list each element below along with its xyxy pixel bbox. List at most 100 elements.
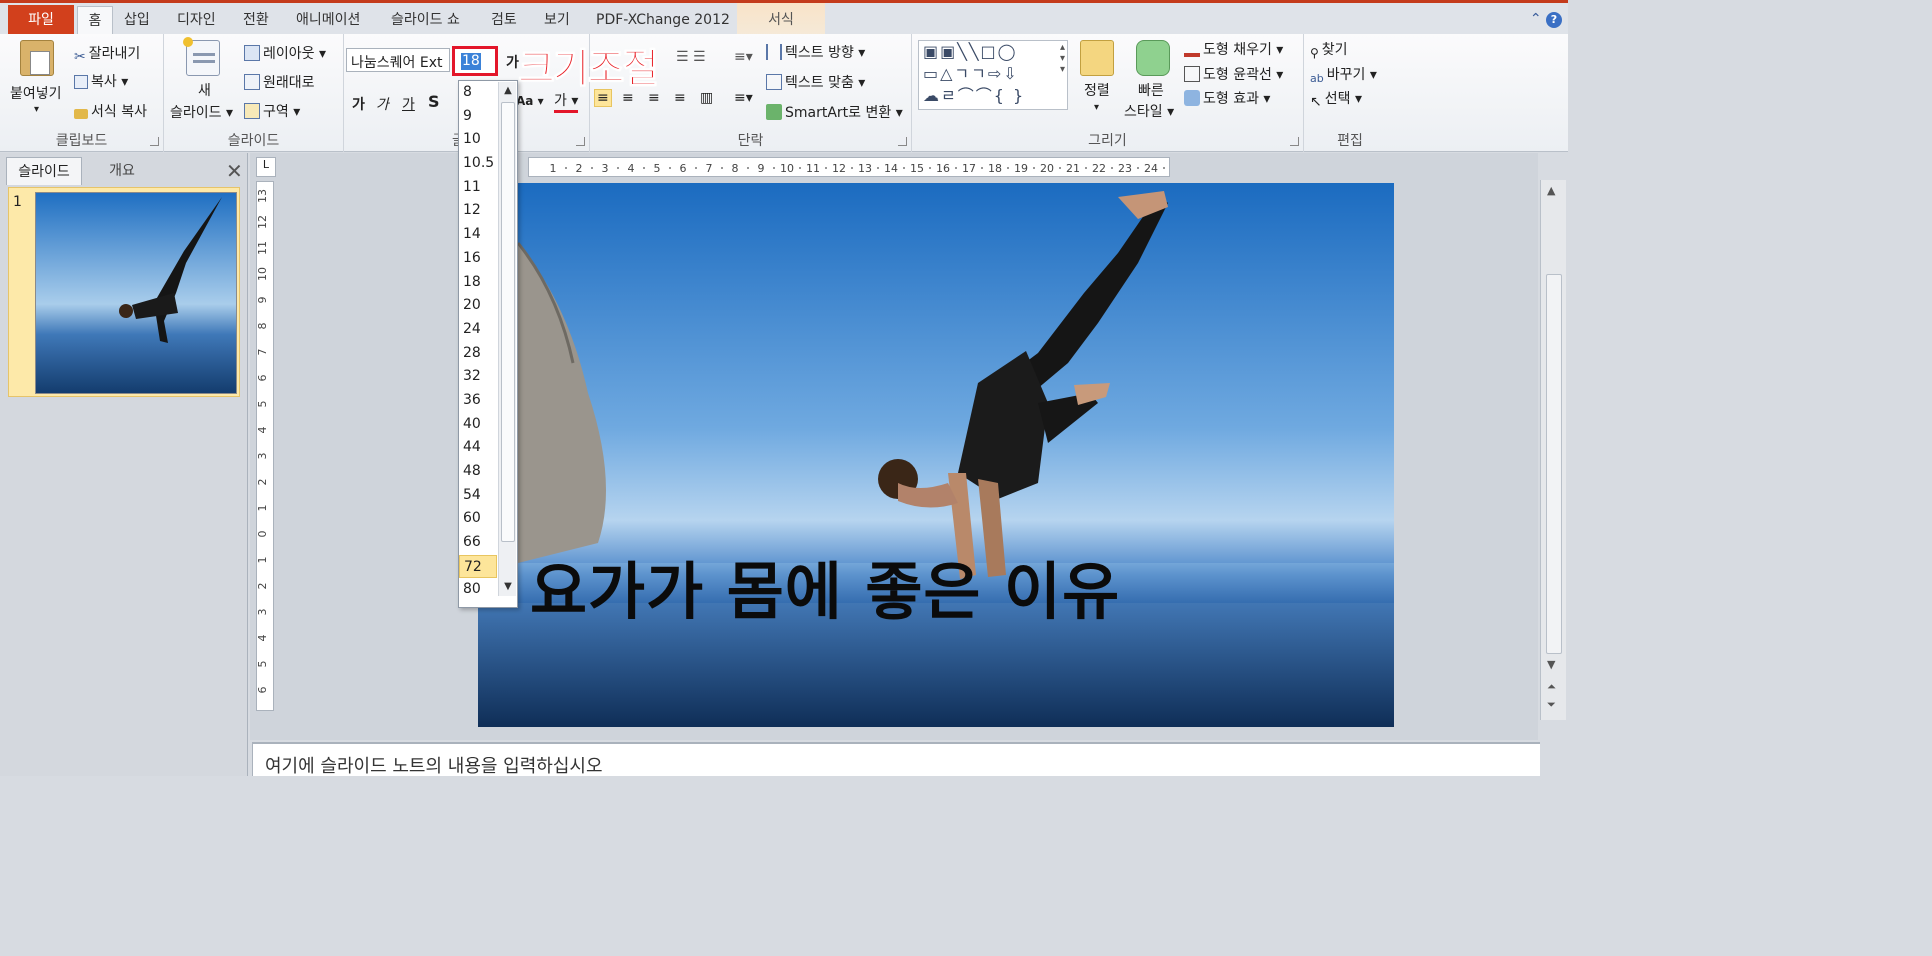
align-text-button[interactable]: 텍스트 맞춤 ▾ xyxy=(766,72,865,92)
shadow-button[interactable]: S xyxy=(428,92,440,111)
tab-home[interactable]: 홈 xyxy=(77,6,113,37)
vertical-ruler[interactable]: 13 12 11 10 9 8 7 6 5 4 3 2 1 0 1 2 3 4 5 6 xyxy=(256,181,274,711)
select-button[interactable]: ↖ 선택 ▾ xyxy=(1310,88,1362,110)
tab-file[interactable]: 파일 xyxy=(8,5,74,35)
tab-slides[interactable]: 슬라이드 xyxy=(6,157,82,185)
copy-button[interactable]: 복사 ▾ xyxy=(74,71,128,91)
slide-canvas[interactable]: 요가가 몸에 좋은 이유 xyxy=(478,183,1394,727)
font-size-option[interactable]: 36 xyxy=(459,389,497,413)
slide-thumbnail[interactable]: 1 xyxy=(8,187,240,397)
text-direction-button[interactable]: 텍스트 방향 ▾ xyxy=(766,42,865,62)
font-size-option[interactable]: 14 xyxy=(459,223,497,247)
font-size-option[interactable]: 60 xyxy=(459,507,497,531)
bullets-icon[interactable]: ≡▾ xyxy=(734,90,753,106)
font-size-option[interactable]: 80 xyxy=(459,578,497,602)
tab-pdf-xchange[interactable]: PDF-XChange 2012 xyxy=(596,6,730,34)
new-slide-icon[interactable] xyxy=(183,37,220,76)
font-size-option[interactable]: 8 xyxy=(459,81,497,105)
justify-icon[interactable]: ≡ xyxy=(674,90,686,106)
arrange-dropdown-icon[interactable]: ▾ xyxy=(1094,102,1099,113)
columns-icon[interactable]: ▥ xyxy=(700,90,713,106)
font-size-option[interactable]: 11 xyxy=(459,176,497,200)
tab-outline[interactable]: 개요 xyxy=(84,157,160,185)
dropdown-scroll-down-icon[interactable]: ▼ xyxy=(499,578,517,596)
vertical-scrollbar[interactable]: ▲ ▼ ⏶ ⏷ xyxy=(1540,180,1566,720)
tab-transitions[interactable]: 전환 xyxy=(243,6,269,34)
font-size-option[interactable]: 44 xyxy=(459,436,497,460)
font-name-input[interactable]: 나눔스퀘어 Ext xyxy=(346,48,450,72)
arrange-button[interactable]: 정렬 xyxy=(1084,80,1110,100)
next-slide-icon[interactable]: ⏷ xyxy=(1547,698,1556,712)
font-size-option[interactable]: 16 xyxy=(459,247,497,271)
dropdown-scroll-thumb[interactable] xyxy=(501,102,515,542)
quick-styles-icon[interactable] xyxy=(1136,40,1170,76)
reset-button[interactable]: 원래대로 xyxy=(244,72,315,92)
tab-slideshow[interactable]: 슬라이드 쇼 xyxy=(391,6,460,34)
quick-styles-button[interactable]: 스타일 ▾ xyxy=(1124,101,1174,121)
align-left-icon[interactable]: ≡ xyxy=(594,89,612,107)
shape-fill-button[interactable]: 도형 채우기 ▾ xyxy=(1184,39,1283,59)
new-slide-label-1[interactable]: 새 xyxy=(198,80,211,100)
clipboard-launcher-icon[interactable] xyxy=(150,137,159,146)
format-painter-button[interactable]: 서식 복사 xyxy=(74,101,147,121)
paste-dropdown-icon[interactable]: ▾ xyxy=(34,104,39,115)
align-right-icon[interactable]: ≡ xyxy=(648,90,660,106)
font-size-option[interactable]: 54 xyxy=(459,484,497,508)
font-color-button[interactable]: 가 ▾ xyxy=(554,92,579,113)
smartart-button[interactable]: SmartArt로 변환 ▾ xyxy=(766,102,903,122)
tab-review[interactable]: 검토 xyxy=(491,6,517,34)
scroll-down-icon[interactable]: ▼ xyxy=(1547,658,1555,671)
tab-stop-selector[interactable]: L xyxy=(256,157,276,177)
dropdown-scroll-up-icon[interactable]: ▲ xyxy=(499,82,517,100)
font-size-option[interactable]: 24 xyxy=(459,318,497,342)
paste-icon[interactable] xyxy=(20,40,54,76)
new-slide-button[interactable]: 슬라이드 ▾ xyxy=(170,102,233,122)
paste-button[interactable]: 붙여넣기 xyxy=(10,83,62,103)
tab-design[interactable]: 디자인 xyxy=(177,6,216,34)
shape-effects-button[interactable]: 도형 효과 ▾ xyxy=(1184,88,1270,108)
tab-view[interactable]: 보기 xyxy=(544,6,570,34)
font-size-option[interactable]: 72 xyxy=(459,554,497,579)
indent-buttons[interactable]: ☰ ☰ xyxy=(676,49,706,65)
prev-slide-icon[interactable]: ⏶ xyxy=(1547,680,1556,694)
line-spacing-icon[interactable]: ≡▾ xyxy=(734,49,753,65)
font-size-option[interactable]: 9 xyxy=(459,105,497,129)
shape-outline-button[interactable]: 도형 윤곽선 ▾ xyxy=(1184,64,1283,84)
slide-workspace[interactable]: L 1 2 3 4 5 6 7 8 9 10 11 12 13 14 15 16 17 18 19 20 21 22 23 2… xyxy=(250,153,1538,740)
slide-title[interactable]: 요가가 몸에 좋은 이유 xyxy=(530,541,1120,631)
layout-button[interactable]: 레이아웃 ▾ xyxy=(244,43,326,63)
tab-animations[interactable]: 애니메이션 xyxy=(296,6,360,34)
arrange-icon[interactable] xyxy=(1080,40,1114,76)
tab-format[interactable]: 서식 xyxy=(737,3,825,37)
dropdown-scrollbar[interactable]: ▲ ▼ xyxy=(498,82,516,596)
font-size-option[interactable]: 10 xyxy=(459,128,497,152)
font-size-option[interactable]: 28 xyxy=(459,342,497,366)
help-icon[interactable]: ⌃ ? xyxy=(1530,11,1562,28)
font-size-option[interactable]: 66 xyxy=(459,531,497,555)
replace-button[interactable]: ab 바꾸기 ▾ xyxy=(1310,64,1377,88)
grow-font-button[interactable]: 가 xyxy=(506,52,519,72)
tab-insert[interactable]: 삽입 xyxy=(124,6,150,34)
find-button[interactable]: ⚲ 찾기 xyxy=(1310,39,1348,62)
font-size-option[interactable]: 20 xyxy=(459,294,497,318)
change-case-button[interactable]: Aa ▾ xyxy=(516,94,544,108)
paragraph-launcher-icon[interactable] xyxy=(898,137,907,146)
section-button[interactable]: 구역 ▾ xyxy=(244,101,300,121)
bold-button[interactable]: 가 xyxy=(352,94,365,114)
font-size-dropdown[interactable]: 8 9 10 10.5 11 12 14 16 18 20 24 28 32 36 40 44 48 54 60 66… xyxy=(458,80,518,608)
font-size-option[interactable]: 40 xyxy=(459,413,497,437)
font-size-option[interactable]: 12 xyxy=(459,199,497,223)
quick-styles-label-1[interactable]: 빠른 xyxy=(1138,80,1164,100)
font-launcher-icon[interactable] xyxy=(576,137,585,146)
shapes-gallery[interactable]: ▣▣╲╲□◯ ▭△ㄱㄱ⇨⇩ ☁ㄹ⌒⌒{ } xyxy=(918,40,1068,110)
align-center-icon[interactable]: ≡ xyxy=(622,90,634,106)
italic-button[interactable]: 가 xyxy=(376,94,389,114)
drawing-launcher-icon[interactable] xyxy=(1290,137,1299,146)
font-size-option[interactable]: 32 xyxy=(459,365,497,389)
underline-button[interactable]: 가 xyxy=(402,94,415,114)
horizontal-ruler[interactable]: 1 2 3 4 5 6 7 8 9 10 11 12 13 14 15 16 17 18 19 20 21 22 23 24 xyxy=(528,157,1170,177)
scrollbar-thumb[interactable] xyxy=(1546,274,1562,654)
font-size-option[interactable]: 10.5 xyxy=(459,152,497,176)
scroll-up-icon[interactable]: ▲ xyxy=(1547,184,1555,197)
font-size-input[interactable]: 18 xyxy=(452,46,498,76)
